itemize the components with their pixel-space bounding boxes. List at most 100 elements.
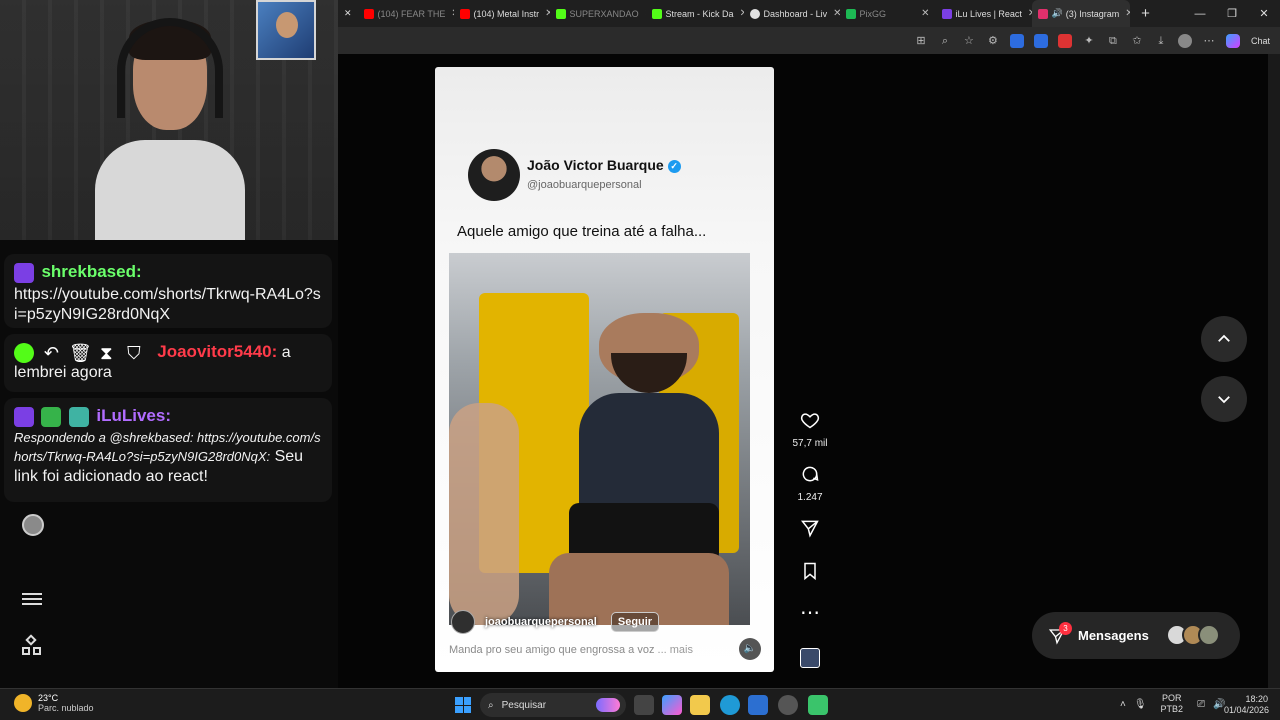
browser-tab[interactable]: PixGG ✕ [840,0,936,27]
weather-icon [14,694,32,712]
previous-reel-button[interactable] [1201,316,1247,362]
browser-tab-bar: ✕ (104) FEAR THE✕ (104) Metal Instr✕ SUP… [338,0,1280,27]
download-icon[interactable]: ⤓ [1154,34,1168,48]
tab-close-icon[interactable]: ✕ [338,0,358,27]
windows-taskbar: 23°C Parc. nublado ⌕ Pesquisar ˄ 🎙 POR P… [0,688,1280,720]
menu-icon[interactable] [22,590,42,608]
time: 18:20 [1245,694,1268,704]
bookmark-icon [804,562,816,581]
microphone-icon[interactable]: 🎙 [1134,699,1147,710]
file-explorer-icon[interactable] [690,695,710,715]
app-available-icon[interactable]: ⊞ [914,34,928,48]
chat-text: https://youtube.com/shorts/Tkrwq-RA4Lo?s… [14,285,321,323]
volume-icon[interactable]: 🔈 [739,638,761,660]
zoom-icon[interactable]: ⌕ [938,34,952,48]
tab-label: Dashboard - Liv [763,8,828,19]
app-icon[interactable] [808,695,828,715]
clock[interactable]: 18:20 01/04/2026 [1224,694,1269,716]
language-bottom: PTB2 [1160,704,1184,714]
video-player[interactable] [449,253,750,625]
browser-tab-active[interactable]: 🔊 (3) Instagram ✕ [1031,0,1130,27]
app-icon[interactable] [748,695,768,715]
like-button[interactable]: 57,7 mil [790,410,830,449]
more-options-button[interactable]: ⋯ [790,602,830,624]
avatar [1198,624,1220,646]
windows-start-icon[interactable] [455,697,471,713]
more-icon[interactable]: ⋯ [1202,34,1216,48]
extension-icon[interactable] [1009,33,1024,48]
weather-condition: Parc. nublado [38,703,94,713]
send-icon [800,520,819,538]
author-avatar[interactable] [468,149,520,201]
speaker-icon[interactable]: 🔊 [1052,8,1063,19]
instagram-icon [1037,8,1048,19]
share-button[interactable] [790,518,830,543]
browser-tab[interactable]: (104) FEAR THE✕ [358,0,454,27]
restore-icon[interactable]: ❐ [1216,7,1248,20]
minimize-icon[interactable]: — [1184,8,1216,20]
trash-icon: 🗑 [68,342,92,363]
chat-message: iLuLives: Respondendo a @shrekbased: htt… [4,398,332,502]
close-window-icon[interactable]: ✕ [1248,7,1280,20]
copilot-icon[interactable] [1225,33,1240,48]
weather-widget[interactable]: 23°C Parc. nublado [14,693,94,713]
task-view-icon[interactable] [634,695,654,715]
apps-grid-icon[interactable] [22,634,42,656]
twitch-icon [14,406,34,427]
taskbar-search[interactable]: ⌕ Pesquisar [480,693,626,717]
more-link[interactable]: ... mais [658,644,693,656]
copilot-icon[interactable] [662,695,682,715]
reel-caption: Aquele amigo que treina até a falha... [457,223,707,240]
scrollbar[interactable] [1268,54,1280,688]
chat-button[interactable]: Chat [1251,36,1270,46]
favorite-star-icon[interactable]: ☆ [962,34,976,48]
comment-button[interactable]: 1.247 [790,464,830,503]
language-indicator[interactable]: POR PTB2 [1161,693,1184,715]
follow-button[interactable]: Seguir [610,612,660,632]
favorites-icon[interactable]: ✩ [1130,34,1144,48]
stream-overlay-panel: shrekbased: https://youtube.com/shorts/T… [0,0,338,688]
browser-tab[interactable]: Stream - Kick Da✕ [646,0,744,27]
audio-avatar[interactable] [800,648,820,668]
video-author-bar: joaobuarquepersonal Seguir [449,607,750,637]
chevron-up-icon[interactable]: ˄ [1120,699,1126,710]
avatar[interactable] [451,610,475,634]
chevron-up-icon [1218,334,1230,342]
browser-toolbar: ⊞ ⌕ ☆ ⚙ ✦ ⧉ ✩ ⤓ ⋯ Chat [338,27,1280,54]
profile-icon[interactable] [1177,33,1192,48]
video-username[interactable]: joaobuarquepersonal [485,616,597,628]
browser-tab[interactable]: iLu Lives | React✕ [936,0,1032,27]
tab-label: (104) Metal Instr [473,8,540,19]
split-screen-icon[interactable]: ⧉ [1106,34,1120,48]
next-reel-button[interactable] [1201,376,1247,422]
webcam-feed [0,0,338,240]
language-top: POR [1162,693,1182,703]
translate-icon[interactable] [1033,33,1048,48]
extension-icon[interactable] [1057,33,1072,48]
kick-icon [555,8,566,19]
close-icon[interactable]: ✕ [921,8,929,19]
network-icon[interactable]: ⎚ [1197,699,1205,710]
browser-tab[interactable]: Dashboard - Liv ✕ [744,0,840,27]
sword-badge-icon [41,406,62,427]
reel-card[interactable]: João Victor Buarque ✓ @joaobuarquepersona… [435,67,774,672]
messages-button[interactable]: 3 Mensagens [1032,612,1240,659]
tab-label: iLu Lives | React [955,8,1022,19]
extension-icon[interactable]: ⚙ [986,34,1000,48]
puzzle-icon[interactable]: ✦ [1082,34,1096,48]
streamer-image [95,10,245,240]
heart-icon [800,413,820,429]
robot-badge-icon [68,406,89,427]
browser-tab[interactable]: SUPERXANDAO✕ [550,0,646,27]
avatar[interactable] [22,514,44,536]
more-icon: ⋯ [800,602,820,624]
chat-username: shrekbased: [41,262,142,281]
hourglass-icon: ⧗ [100,342,113,363]
browser-tab[interactable]: (104) Metal Instr ✕ [454,0,550,27]
save-button[interactable] [790,561,830,586]
tab-label: PixGG [859,8,887,19]
edge-icon[interactable] [720,695,740,715]
obs-icon[interactable] [778,695,798,715]
new-tab-icon[interactable]: + [1130,5,1162,22]
sub-caption: Manda pro seu amigo que engrossa a voz .… [449,644,693,656]
